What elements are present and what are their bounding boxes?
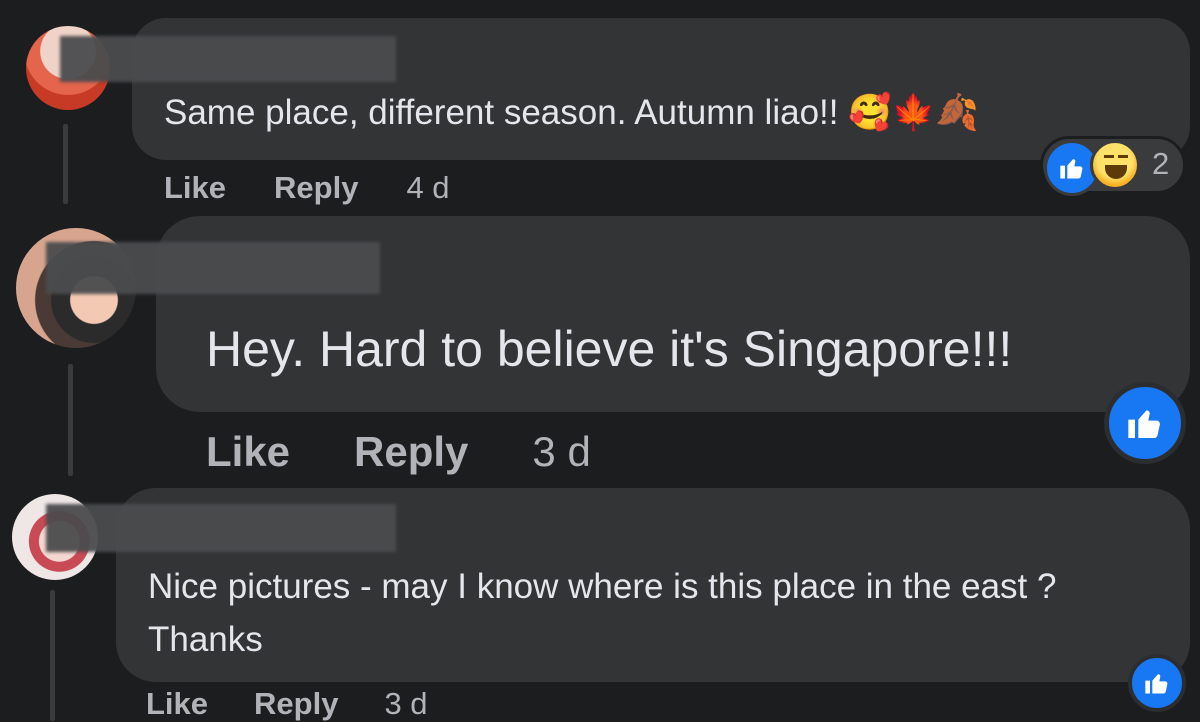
like-button[interactable]: Like	[206, 428, 290, 476]
commenter-name-redacted[interactable]	[60, 36, 396, 82]
like-button[interactable]: Like	[164, 170, 226, 206]
comment-text: Hey. Hard to believe it's Singapore!!!	[206, 321, 1013, 377]
like-icon[interactable]	[1104, 382, 1186, 464]
haha-icon	[1090, 140, 1140, 190]
reaction-count[interactable]: 2	[1152, 146, 1169, 182]
like-icon[interactable]	[1128, 654, 1186, 712]
thread-line	[50, 590, 55, 721]
timestamp[interactable]: 4 d	[406, 170, 449, 206]
comment-text: Nice pictures - may I know where is this…	[148, 567, 1057, 659]
comment-text: Same place, different season. Autumn lia…	[164, 93, 979, 132]
comment-actions: Like Reply 3 d	[206, 428, 591, 476]
reply-button[interactable]: Reply	[254, 686, 338, 722]
like-button[interactable]: Like	[146, 686, 208, 722]
commenter-name-redacted[interactable]	[46, 242, 380, 294]
reply-button[interactable]: Reply	[354, 428, 468, 476]
thread-line	[63, 124, 68, 204]
thread-line	[68, 364, 73, 476]
timestamp[interactable]: 3 d	[532, 428, 590, 476]
comment-actions: Like Reply 3 d	[146, 686, 428, 722]
reply-button[interactable]: Reply	[274, 170, 358, 206]
commenter-name-redacted[interactable]	[46, 504, 396, 552]
comment-actions: Like Reply 4 d	[164, 170, 450, 206]
timestamp[interactable]: 3 d	[384, 686, 427, 722]
